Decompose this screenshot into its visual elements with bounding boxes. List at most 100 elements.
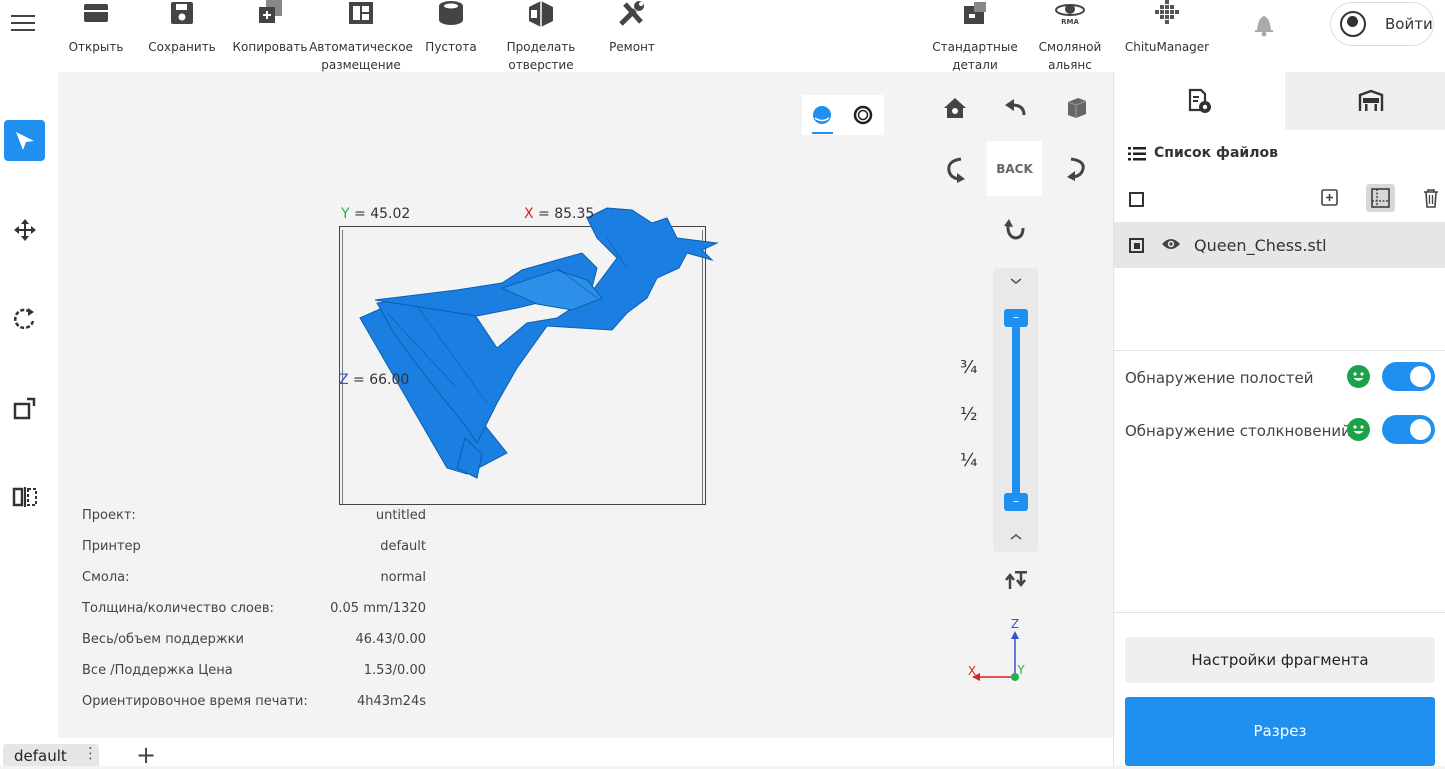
trash-icon[interactable] (1422, 188, 1440, 208)
rotate-left-view-button[interactable] (935, 151, 975, 187)
layer-fraction-three-quarters: ¾ (960, 357, 978, 378)
cavity-detection-label: Обнаружение полостей (1125, 369, 1314, 387)
select-arrow-icon (15, 131, 34, 150)
render-active-underline (812, 132, 833, 134)
info-key: Толщина/количество слоев: (82, 601, 274, 616)
dim-x: X = 85.35 (524, 206, 594, 222)
folder-icon (84, 4, 108, 22)
info-row: Проект: untitled (82, 508, 426, 539)
select-all-checkbox[interactable] (1129, 192, 1144, 207)
chitu-manager-icon (1155, 0, 1179, 24)
copy-label: Копировать (232, 40, 308, 54)
move-tool-button[interactable] (4, 209, 45, 250)
save-icon (171, 2, 193, 24)
auto-layout-button[interactable]: Автоматическое размещение (308, 0, 414, 74)
axis-y-label: Y (1016, 663, 1025, 677)
hollow-button[interactable]: Пустота (420, 0, 482, 56)
printer-icon (1358, 89, 1383, 111)
home-icon (944, 98, 966, 118)
layer-jump-button[interactable] (996, 562, 1036, 598)
hamburger-menu-icon[interactable] (8, 10, 38, 40)
rotate-right-view-button[interactable] (1057, 151, 1097, 187)
solid-render-icon[interactable] (812, 105, 832, 125)
info-key: Ориентировочное время печати: (82, 694, 308, 709)
move-icon (13, 218, 36, 241)
open-label: Открыть (68, 40, 124, 54)
view-cube-back[interactable]: BACK (987, 141, 1042, 196)
layout-view-button[interactable] (1366, 184, 1395, 212)
login-label: Войти (1385, 15, 1433, 33)
tab-printer[interactable] (1285, 72, 1445, 130)
tab-files[interactable] (1114, 72, 1285, 130)
resin-alliance-label: Смоляной альянс (1038, 40, 1102, 72)
chitu-manager-button[interactable]: ChituManager (1118, 0, 1216, 56)
layout-grid-icon (1371, 188, 1390, 208)
plate-tab-label: default (14, 747, 67, 765)
undo-view-button[interactable] (995, 90, 1035, 126)
info-key: Весь/объем поддержки (82, 632, 244, 647)
divider (1114, 612, 1445, 613)
roll-view-button[interactable] (995, 212, 1035, 248)
scale-tool-button[interactable] (4, 387, 45, 428)
slice-button[interactable]: Разрез (1125, 697, 1435, 766)
mirror-tool-button[interactable] (4, 476, 45, 517)
queen-chess-model[interactable] (357, 198, 727, 480)
bottom-tab-bar: default ⋮ + (0, 738, 1113, 769)
plate-tab-default[interactable]: default ⋮ (3, 744, 99, 766)
slice-settings-button[interactable]: Настройки фрагмента (1125, 637, 1435, 683)
project-info: Проект: untitled Принтер default Смола: nor… (82, 508, 426, 725)
login-button[interactable]: Войти (1330, 2, 1434, 46)
home-view-button[interactable] (935, 90, 975, 126)
file-settings-icon (1188, 88, 1211, 113)
select-tool-button[interactable] (4, 120, 45, 161)
copy-button[interactable]: Копировать (230, 0, 310, 56)
file-checkbox[interactable] (1129, 238, 1144, 253)
info-key: Смола: (82, 570, 130, 585)
punch-hole-label: Проделать отверстие (506, 40, 576, 72)
punch-hole-icon (529, 1, 553, 27)
file-list-item[interactable]: Queen_Chess.stl (1114, 222, 1445, 268)
layer-slider-bottom-handle[interactable]: – (1004, 493, 1028, 511)
3d-viewport[interactable]: Y = 45.02 X = 85.35 Z = 66.00 Проект: unt… (58, 72, 1113, 738)
open-button[interactable]: Открыть (64, 0, 128, 56)
info-row: Толщина/количество слоев: 0.05 mm/1320 (82, 601, 426, 632)
punch-hole-button[interactable]: Проделать отверстие (500, 0, 582, 74)
resin-alliance-button[interactable]: RMA Смоляной альянс (1030, 0, 1110, 74)
dim-z-axis-label: Z (339, 372, 349, 388)
add-plate-button[interactable]: + (136, 741, 156, 769)
hollow-label: Пустота (425, 40, 477, 54)
bell-icon[interactable] (1250, 10, 1278, 38)
auto-layout-icon (349, 2, 373, 24)
info-row: Ориентировочное время печати: 4h43m24s (82, 694, 426, 725)
cube-view-button[interactable] (1056, 90, 1096, 126)
standard-parts-button[interactable]: Стандартные детали (930, 0, 1020, 74)
axis-x-label: X (968, 664, 976, 678)
plate-tab-menu-icon[interactable]: ⋮ (83, 744, 98, 762)
list-icon (1128, 147, 1146, 161)
layer-slider-range (1012, 322, 1020, 506)
cavity-detection-toggle[interactable] (1382, 362, 1435, 391)
add-file-icon[interactable] (1320, 188, 1340, 208)
layer-slider-top-handle[interactable]: – (1004, 309, 1028, 327)
dim-x-axis-label: X (524, 206, 534, 222)
layer-fraction-quarter: ¼ (960, 450, 978, 471)
save-button[interactable]: Сохранить (146, 0, 218, 56)
dim-y-value: = 45.02 (354, 206, 411, 222)
repair-button[interactable]: Ремонт (600, 0, 664, 56)
cavity-status-smile-icon (1347, 365, 1370, 388)
info-row: Все /Поддержка Цена 1.53/0.00 (82, 663, 426, 694)
rotate-tool-button[interactable] (4, 298, 45, 339)
repair-icon (619, 1, 644, 26)
auto-layout-label: Автоматическое размещение (309, 40, 413, 72)
info-row: Смола: normal (82, 570, 426, 601)
eye-icon[interactable] (1161, 237, 1181, 251)
xray-render-icon[interactable] (853, 105, 873, 125)
info-row: Принтер default (82, 539, 426, 570)
rotate-icon (13, 307, 34, 329)
slider-down-chevron-icon[interactable] (1008, 532, 1024, 542)
file-name: Queen_Chess.stl (1194, 236, 1327, 255)
slider-up-chevron-icon[interactable] (1008, 276, 1024, 286)
left-toolbar (0, 72, 58, 738)
collision-detection-toggle[interactable] (1382, 415, 1435, 444)
dim-z: Z = 66.00 (339, 372, 409, 388)
